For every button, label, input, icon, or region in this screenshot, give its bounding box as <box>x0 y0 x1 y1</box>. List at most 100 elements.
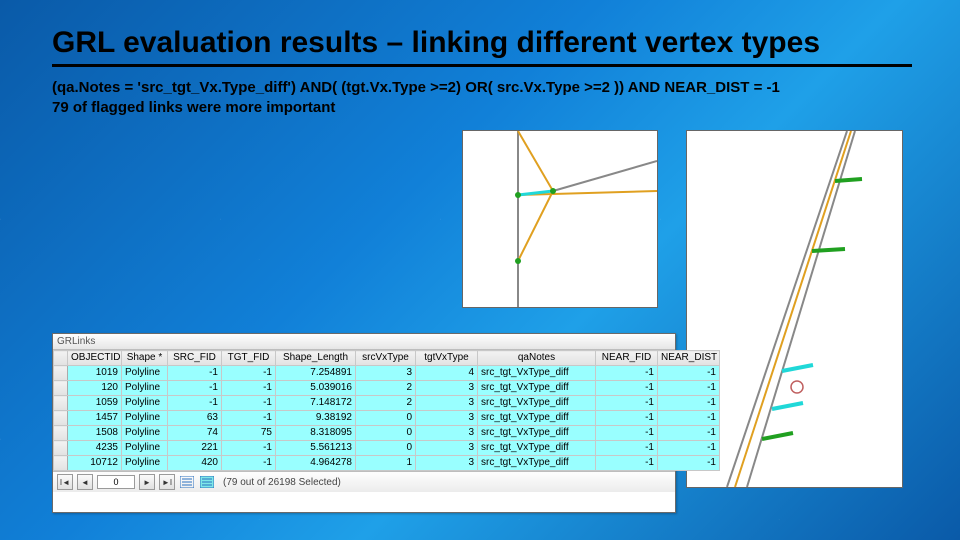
cell-tgtvxtype: 3 <box>416 426 478 441</box>
cell-near-fid: -1 <box>596 366 658 381</box>
col-near-fid[interactable]: NEAR_FID <box>596 351 658 366</box>
cell-srcvxtype: 0 <box>356 441 416 456</box>
cell-tgtvxtype: 3 <box>416 381 478 396</box>
cell-qanotes: src_tgt_VxType_diff <box>478 411 596 426</box>
last-record-button[interactable]: ►I <box>159 474 175 490</box>
cell-srcvxtype: 2 <box>356 396 416 411</box>
table-row[interactable]: 4235Polyline221-15.56121303src_tgt_VxTyp… <box>54 441 720 456</box>
cell-near-dist: -1 <box>658 411 720 426</box>
attribute-table[interactable]: OBJECTID Shape * SRC_FID TGT_FID Shape_L… <box>53 350 720 471</box>
col-shape-length[interactable]: Shape_Length <box>276 351 356 366</box>
cell-near-fid: -1 <box>596 411 658 426</box>
cell-tgtvxtype: 3 <box>416 396 478 411</box>
cell-near-dist: -1 <box>658 381 720 396</box>
cell-objectid: 1457 <box>68 411 122 426</box>
next-record-button[interactable]: ► <box>139 474 155 490</box>
selection-status-text: (79 out of 26198 Selected) <box>223 477 341 488</box>
show-selected-records-icon[interactable] <box>199 475 215 489</box>
cell-shape: Polyline <box>122 366 168 381</box>
attribute-table-statusbar: I◄ ◄ 0 ► ►I (79 out of 26198 Selected) <box>53 471 675 492</box>
cell-src-fid: 74 <box>168 426 222 441</box>
attribute-table-titlebar: GRLinks <box>53 334 675 350</box>
table-row[interactable]: 120Polyline-1-15.03901623src_tgt_VxType_… <box>54 381 720 396</box>
row-handle[interactable] <box>54 396 68 411</box>
cell-objectid: 1019 <box>68 366 122 381</box>
slide: GRL evaluation results – linking differe… <box>0 0 960 540</box>
row-handle[interactable] <box>54 426 68 441</box>
cell-srcvxtype: 3 <box>356 366 416 381</box>
cell-srcvxtype: 1 <box>356 456 416 471</box>
cell-srcvxtype: 2 <box>356 381 416 396</box>
record-number-input[interactable]: 0 <box>97 475 135 489</box>
cell-src-fid: -1 <box>168 396 222 411</box>
cell-objectid: 120 <box>68 381 122 396</box>
cell-tgt-fid: -1 <box>222 396 276 411</box>
col-qanotes[interactable]: qaNotes <box>478 351 596 366</box>
cell-shape: Polyline <box>122 411 168 426</box>
show-all-records-icon[interactable] <box>179 475 195 489</box>
prev-record-button[interactable]: ◄ <box>77 474 93 490</box>
cell-qanotes: src_tgt_VxType_diff <box>478 366 596 381</box>
attribute-table-title: GRLinks <box>57 336 95 347</box>
cell-shape: Polyline <box>122 426 168 441</box>
cell-src-fid: 420 <box>168 456 222 471</box>
row-handle[interactable] <box>54 441 68 456</box>
col-shape[interactable]: Shape * <box>122 351 168 366</box>
row-handle[interactable] <box>54 366 68 381</box>
table-header-row[interactable]: OBJECTID Shape * SRC_FID TGT_FID Shape_L… <box>54 351 720 366</box>
attribute-table-window: GRLinks OBJECTID Shape * SRC_FID TGT_FID… <box>52 333 676 513</box>
col-tgt-fid[interactable]: TGT_FID <box>222 351 276 366</box>
cell-shape-length: 9.38192 <box>276 411 356 426</box>
subtitle-line-1: (qa.Notes = 'src_tgt_Vx.Type_diff') AND(… <box>52 78 912 98</box>
col-tgtvxtype[interactable]: tgtVxType <box>416 351 478 366</box>
col-src-fid[interactable]: SRC_FID <box>168 351 222 366</box>
cell-shape-length: 8.318095 <box>276 426 356 441</box>
cell-near-dist: -1 <box>658 456 720 471</box>
row-handle-header <box>54 351 68 366</box>
cell-shape: Polyline <box>122 381 168 396</box>
cell-shape-length: 5.561213 <box>276 441 356 456</box>
col-srcvxtype[interactable]: srcVxType <box>356 351 416 366</box>
cell-shape-length: 4.964278 <box>276 456 356 471</box>
cell-srcvxtype: 0 <box>356 411 416 426</box>
col-near-dist[interactable]: NEAR_DIST <box>658 351 720 366</box>
cell-objectid: 4235 <box>68 441 122 456</box>
cell-shape: Polyline <box>122 456 168 471</box>
cell-tgt-fid: -1 <box>222 381 276 396</box>
cell-near-fid: -1 <box>596 456 658 471</box>
cell-shape: Polyline <box>122 441 168 456</box>
cell-tgt-fid: 75 <box>222 426 276 441</box>
cell-near-dist: -1 <box>658 366 720 381</box>
cell-shape-length: 7.254891 <box>276 366 356 381</box>
table-row[interactable]: 1059Polyline-1-17.14817223src_tgt_VxType… <box>54 396 720 411</box>
cell-near-fid: -1 <box>596 396 658 411</box>
cell-shape-length: 7.148172 <box>276 396 356 411</box>
page-subtitle: (qa.Notes = 'src_tgt_Vx.Type_diff') AND(… <box>52 78 912 119</box>
row-handle[interactable] <box>54 456 68 471</box>
table-row[interactable]: 1019Polyline -1-1 7.25489134src_tgt_VxType… <box>54 366 720 381</box>
cell-srcvxtype: 0 <box>356 426 416 441</box>
cell-near-fid: -1 <box>596 381 658 396</box>
cell-near-dist: -1 <box>658 426 720 441</box>
map-preview-1-svg <box>463 131 657 307</box>
table-row[interactable]: 1457Polyline63-19.3819203src_tgt_VxType_… <box>54 411 720 426</box>
col-objectid[interactable]: OBJECTID <box>68 351 122 366</box>
cell-tgt-fid: -1 <box>222 456 276 471</box>
cell-src-fid: -1 <box>168 381 222 396</box>
cell-objectid: 1059 <box>68 396 122 411</box>
cell-qanotes: src_tgt_VxType_diff <box>478 456 596 471</box>
cell-qanotes: src_tgt_VxType_diff <box>478 396 596 411</box>
cell-tgtvxtype: 3 <box>416 411 478 426</box>
cell-src-fid: 221 <box>168 441 222 456</box>
table-row[interactable]: 10712Polyline420-14.96427813src_tgt_VxTy… <box>54 456 720 471</box>
cell-tgtvxtype: 4 <box>416 366 478 381</box>
map-preview-1 <box>462 130 658 308</box>
row-handle[interactable] <box>54 411 68 426</box>
cell-tgtvxtype: 3 <box>416 456 478 471</box>
table-row[interactable]: 1508Polyline74758.31809503src_tgt_VxType… <box>54 426 720 441</box>
first-record-button[interactable]: I◄ <box>57 474 73 490</box>
cell-tgtvxtype: 3 <box>416 441 478 456</box>
row-handle[interactable] <box>54 381 68 396</box>
cell-near-fid: -1 <box>596 441 658 456</box>
cell-near-fid: -1 <box>596 426 658 441</box>
